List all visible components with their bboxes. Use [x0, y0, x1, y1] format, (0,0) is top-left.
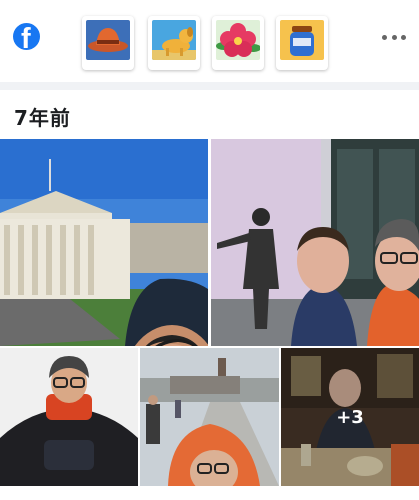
pub-photo[interactable]: +3 — [281, 348, 419, 486]
dog-sticker — [148, 16, 200, 70]
section-title: 7年前 — [14, 106, 71, 130]
more-photos-count: +3 — [336, 406, 364, 428]
backpack-selfie[interactable] — [0, 348, 138, 486]
more-photos-overlay[interactable]: +3 — [281, 348, 419, 486]
statue-selfie[interactable] — [211, 139, 419, 346]
jar-sticker — [276, 16, 328, 70]
hat-sticker — [82, 16, 134, 70]
bridge-selfie[interactable] — [140, 348, 279, 486]
section-divider — [0, 82, 419, 90]
facebook-logo[interactable]: f — [13, 23, 40, 50]
jar-icon — [280, 20, 324, 60]
museum-selfie[interactable] — [0, 139, 208, 346]
hibiscus-icon — [216, 20, 260, 60]
more-horizontal-icon[interactable] — [382, 30, 406, 44]
dog-icon — [152, 20, 196, 60]
flower-sticker — [212, 16, 264, 70]
memories-header: f — [0, 0, 419, 82]
hat-icon — [86, 20, 130, 60]
